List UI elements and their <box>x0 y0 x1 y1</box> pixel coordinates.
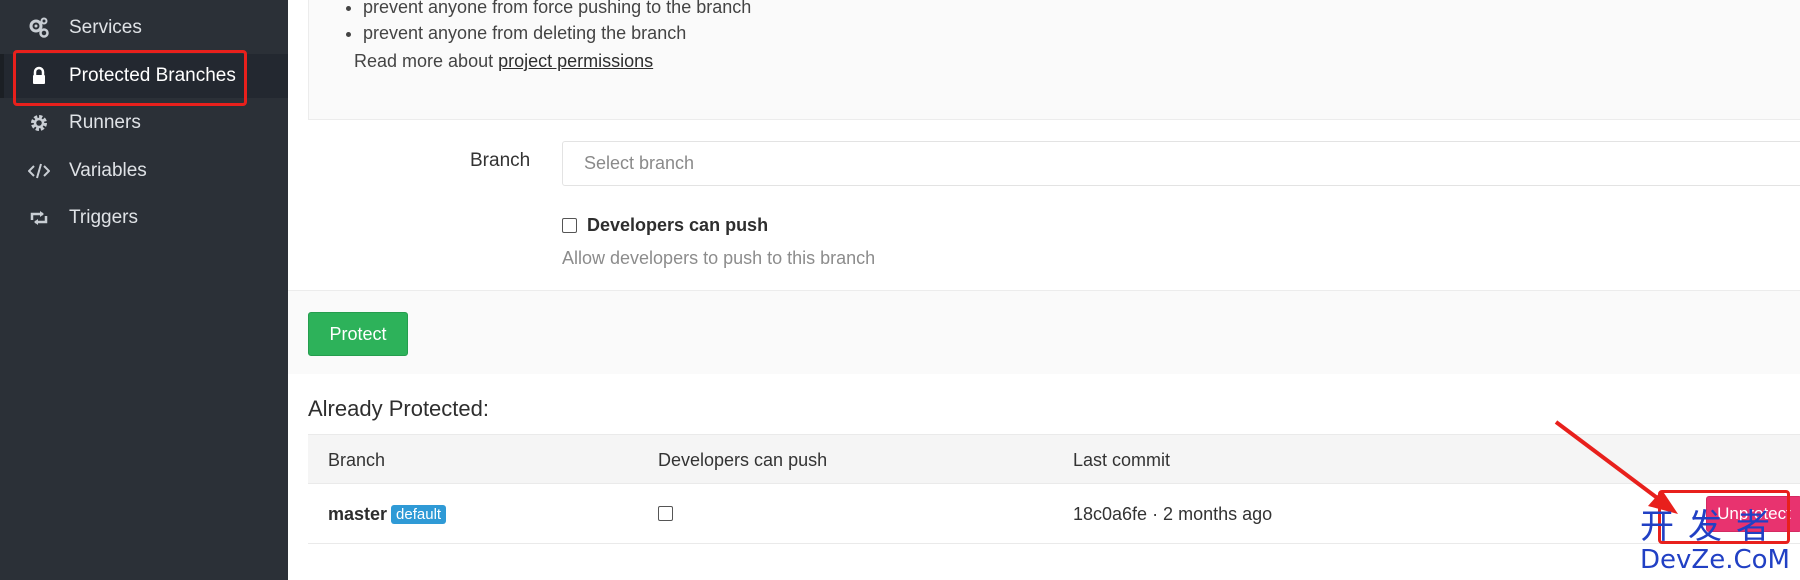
watermark-cn: 开发者 <box>1640 507 1784 547</box>
watermark: 开发者 DevZe.CoM <box>1640 508 1800 580</box>
annotation-arrow <box>1554 420 1678 514</box>
watermark-en: DevZe.CoM <box>1640 545 1790 575</box>
